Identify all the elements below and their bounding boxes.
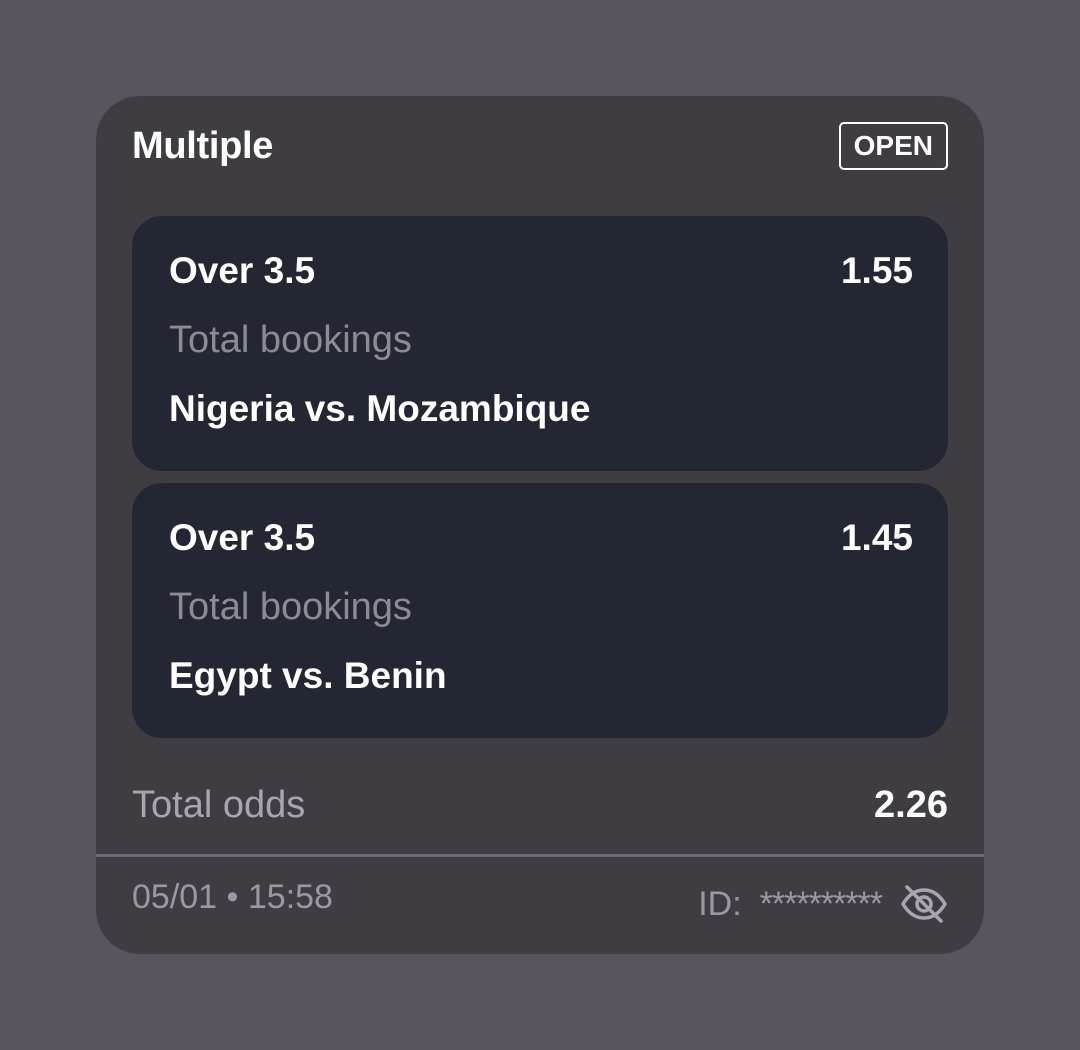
- selection-market: Total bookings: [169, 319, 412, 361]
- selection-event: Egypt vs. Benin: [169, 655, 447, 696]
- bet-timestamp: 05/01 • 15:58: [132, 878, 333, 916]
- selection-card[interactable]: Over 3.5 1.55 Total bookings Nigeria vs.…: [132, 216, 948, 471]
- selection-market: Total bookings: [169, 586, 412, 628]
- status-badge: OPEN: [838, 122, 948, 170]
- footer-divider: [96, 854, 984, 857]
- total-odds-value: 2.26: [874, 784, 948, 826]
- selection-outcome: Over 3.5: [169, 250, 316, 291]
- bet-card[interactable]: Multiple OPEN Over 3.5 1.55 Total bookin…: [96, 96, 984, 954]
- selection-odds: 1.45: [840, 517, 913, 558]
- total-odds-label: Total odds: [132, 784, 306, 826]
- selection-odds: 1.55: [840, 250, 913, 291]
- bet-id-value: **********: [759, 884, 883, 923]
- bet-id-group: ID: **********: [698, 882, 948, 926]
- bet-card-header: Multiple OPEN: [132, 121, 948, 171]
- bet-type-title: Multiple: [132, 124, 274, 167]
- bet-id-label: ID:: [698, 884, 742, 923]
- eye-off-icon[interactable]: [900, 882, 948, 926]
- selection-outcome: Over 3.5: [169, 517, 316, 558]
- selection-card[interactable]: Over 3.5 1.45 Total bookings Egypt vs. B…: [132, 483, 948, 738]
- selection-event: Nigeria vs. Mozambique: [169, 388, 591, 429]
